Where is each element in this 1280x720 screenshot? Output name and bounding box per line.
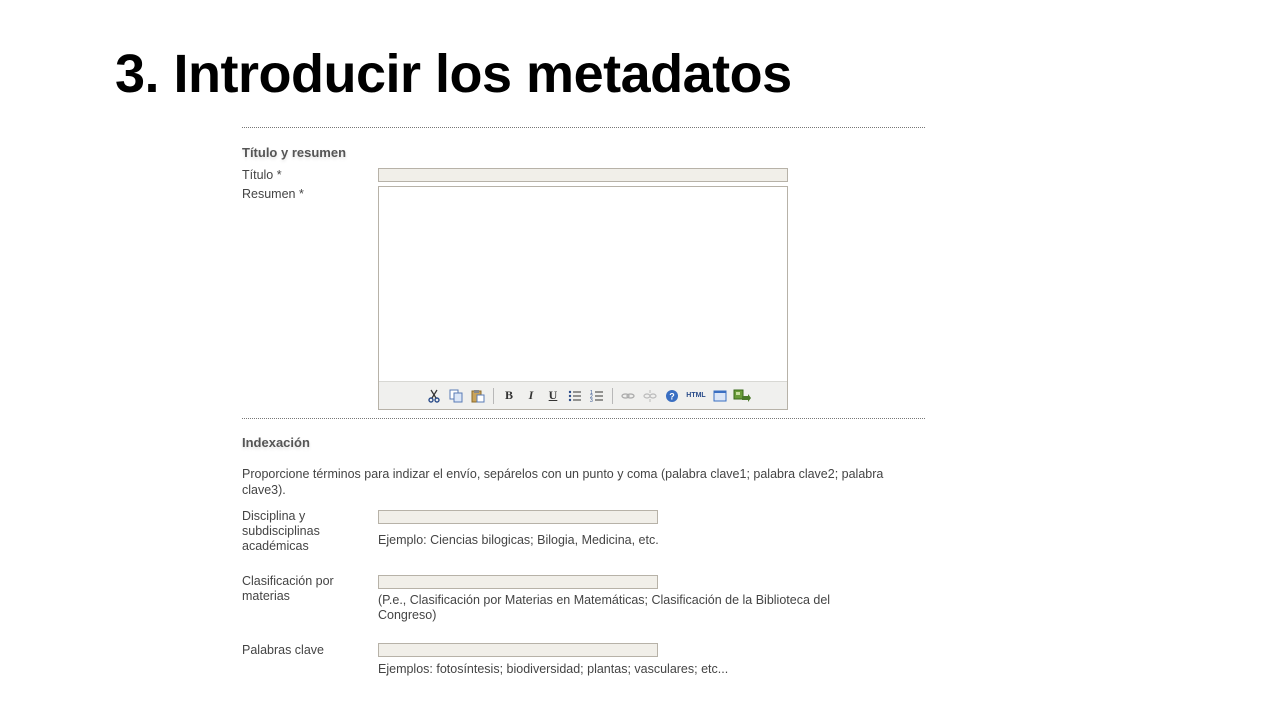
title-section-heading: Título y resumen <box>242 145 347 160</box>
clasificacion-label: Clasificación por materias <box>242 574 334 603</box>
indexing-section-heading: Indexación <box>242 435 310 450</box>
italic-icon[interactable]: I <box>522 387 540 405</box>
palabras-clave-hint: Ejemplos: fotosíntesis; biodiversidad; p… <box>378 662 729 676</box>
unlink-icon[interactable] <box>641 387 659 405</box>
underline-icon[interactable]: U <box>544 387 562 405</box>
titulo-label: Título * <box>242 168 282 182</box>
image-upload-icon[interactable] <box>733 387 751 405</box>
resumen-textarea[interactable]: B I U 123 ? HTML <box>378 186 788 410</box>
clasificacion-hint: (P.e., Clasificación por Materias en Mat… <box>378 593 831 622</box>
section-divider <box>242 418 925 419</box>
indexing-instructions: Proporcione términos para indizar el env… <box>242 467 884 497</box>
palabras-clave-input[interactable] <box>378 643 658 657</box>
disciplina-input[interactable] <box>378 510 658 524</box>
numbered-list-icon[interactable]: 123 <box>588 387 606 405</box>
palabras-clave-label: Palabras clave <box>242 643 324 657</box>
section-divider <box>242 127 925 128</box>
disciplina-hint: Ejemplo: Ciencias bilogicas; Bilogia, Me… <box>378 533 659 547</box>
paste-icon[interactable] <box>469 387 487 405</box>
titulo-input[interactable] <box>378 168 788 182</box>
resumen-label: Resumen * <box>242 187 304 201</box>
toolbar-separator <box>612 387 613 404</box>
html-icon[interactable]: HTML <box>685 387 707 405</box>
slide-title: 3. Introducir los metadatos <box>115 44 792 104</box>
cut-icon[interactable] <box>425 387 443 405</box>
help-icon[interactable]: ? <box>663 387 681 405</box>
clasificacion-input[interactable] <box>378 575 658 589</box>
resumen-value <box>379 187 787 195</box>
disciplina-label: Disciplina y subdisciplinas académicas <box>242 509 320 553</box>
bullet-list-icon[interactable] <box>566 387 584 405</box>
svg-text:3: 3 <box>590 398 593 403</box>
copy-icon[interactable] <box>447 387 465 405</box>
editor-toolbar: B I U 123 ? HTML <box>379 381 787 409</box>
link-icon[interactable] <box>619 387 637 405</box>
toolbar-separator <box>493 387 494 404</box>
fullscreen-icon[interactable] <box>711 387 729 405</box>
svg-text:?: ? <box>669 391 675 401</box>
bold-icon[interactable]: B <box>500 387 518 405</box>
